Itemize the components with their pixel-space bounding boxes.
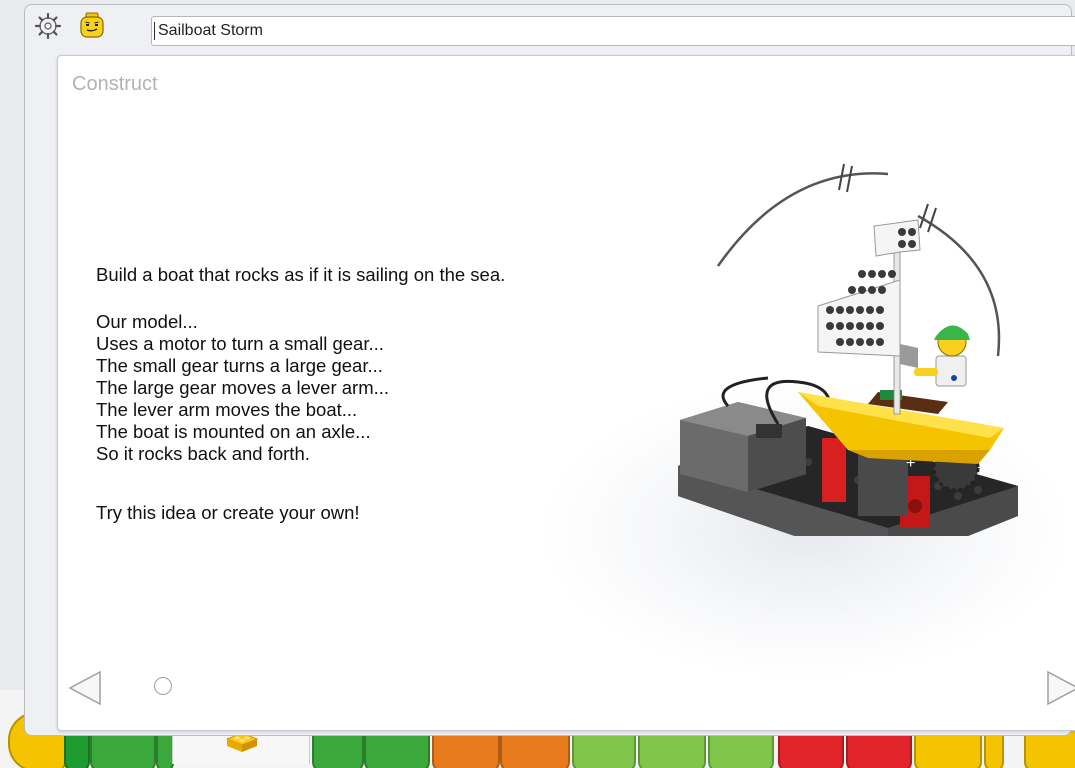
triangle-right-icon[interactable]	[1044, 668, 1075, 708]
intro-text: Build a boat that rocks as if it is sail…	[96, 264, 506, 285]
model-description: Our model... Uses a motor to turn a smal…	[96, 311, 389, 465]
model-line: Our model...	[96, 311, 198, 332]
model-line: Uses a motor to turn a small gear...	[96, 333, 384, 354]
page-indicator-dot[interactable]	[154, 677, 172, 695]
page-heading: Construct	[72, 73, 158, 95]
project-title-field[interactable]: Sailboat Storm	[151, 16, 1075, 46]
activity-window: Sailboat Storm Construct Build a boat th…	[24, 4, 1075, 736]
model-line: So it rocks back and forth.	[96, 443, 310, 464]
model-line: The large gear moves a lever arm...	[96, 377, 390, 398]
sailboat-model-image: +	[678, 163, 1018, 536]
closing-text: Try this idea or create your own!	[96, 502, 360, 523]
triangle-left-icon[interactable]	[66, 668, 104, 708]
gear-icon[interactable]	[33, 11, 63, 41]
model-line: The small gear turns a large gear...	[96, 355, 383, 376]
content-panel: Construct Build a boat that rocks as if …	[57, 55, 1075, 731]
model-line: The boat is mounted on an axle...	[96, 421, 371, 442]
lego-head-icon[interactable]	[77, 11, 107, 41]
model-line: The lever arm moves the boat...	[96, 399, 358, 420]
